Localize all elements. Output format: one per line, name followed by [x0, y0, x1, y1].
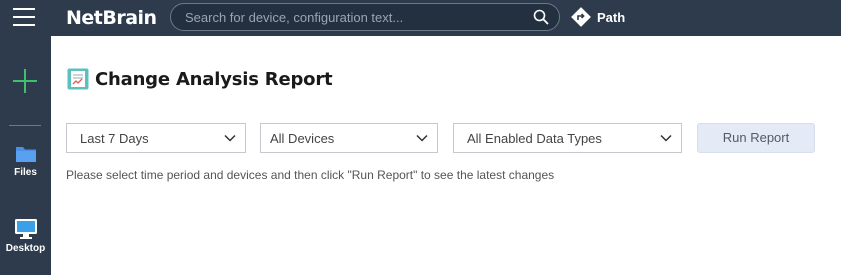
- time-period-value: Last 7 Days: [80, 131, 149, 146]
- search-box: [170, 3, 560, 31]
- data-types-select[interactable]: All Enabled Data Types: [453, 123, 682, 153]
- top-bar: NetBrain Path: [0, 0, 841, 36]
- report-icon: [67, 68, 89, 90]
- run-report-button[interactable]: Run Report: [697, 123, 815, 153]
- sidebar-item-label: Desktop: [5, 243, 46, 254]
- search-icon[interactable]: [533, 9, 549, 25]
- sidebar-item-files[interactable]: Files: [0, 144, 51, 178]
- chevron-down-icon: [224, 134, 236, 142]
- sidebar-item-desktop[interactable]: Desktop: [0, 218, 51, 254]
- path-label: Path: [597, 9, 626, 25]
- search-input[interactable]: [185, 8, 525, 26]
- sidebar-item-label: Files: [14, 167, 37, 178]
- devices-select[interactable]: All Devices: [260, 123, 438, 153]
- page-header: Change Analysis Report: [67, 68, 333, 90]
- chevron-down-icon: [416, 134, 428, 142]
- chevron-down-icon: [660, 134, 672, 142]
- left-sidebar: Files Desktop: [0, 36, 51, 275]
- folder-icon: [15, 147, 36, 162]
- path-icon: [571, 7, 591, 27]
- page-title: Change Analysis Report: [95, 68, 333, 90]
- monitor-icon: [14, 219, 37, 239]
- instruction-text: Please select time period and devices an…: [66, 168, 555, 182]
- data-types-value: All Enabled Data Types: [467, 131, 602, 146]
- time-period-select[interactable]: Last 7 Days: [66, 123, 246, 153]
- path-button[interactable]: Path: [571, 6, 625, 28]
- netbrain-logo[interactable]: NetBrain: [66, 6, 157, 30]
- plus-icon[interactable]: [13, 69, 37, 93]
- menu-icon[interactable]: [13, 8, 35, 28]
- sidebar-divider: [9, 125, 41, 126]
- devices-value: All Devices: [270, 131, 335, 146]
